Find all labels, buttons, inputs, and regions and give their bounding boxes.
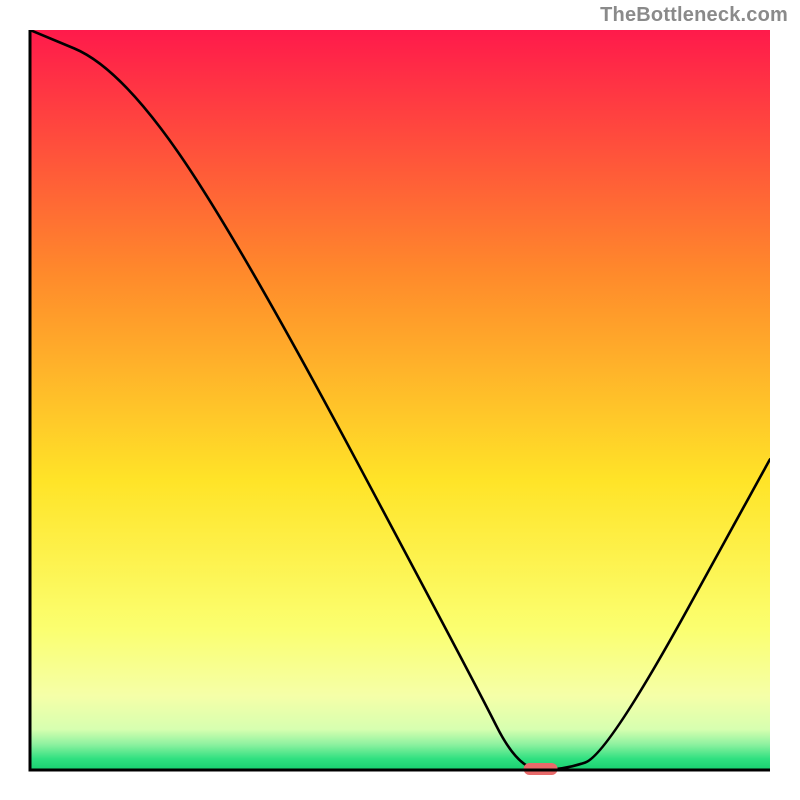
chart-container: TheBottleneck.com bbox=[0, 0, 800, 800]
bottleneck-chart bbox=[0, 0, 800, 800]
